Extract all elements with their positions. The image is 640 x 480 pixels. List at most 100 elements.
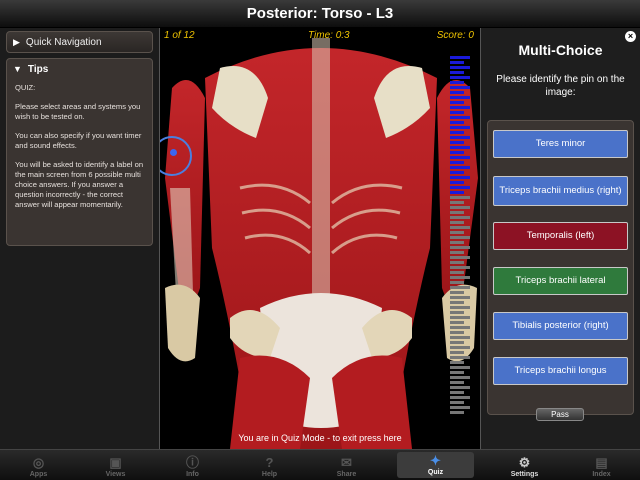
scale-segment <box>450 251 464 254</box>
tab-label: Help <box>261 471 278 478</box>
tips-toggle[interactable]: ▼ Tips <box>7 59 152 79</box>
scale-segment <box>450 206 470 209</box>
scale-segment <box>450 81 464 84</box>
scale-segment <box>450 336 470 339</box>
scale-segment <box>450 216 470 219</box>
scale-segment <box>450 261 464 264</box>
scale-segment <box>450 126 470 129</box>
tab-help[interactable]: ? Help <box>231 450 308 480</box>
scale-segment <box>450 146 470 149</box>
quiz-title: Multi-Choice <box>518 42 603 58</box>
scale-segment <box>450 101 464 104</box>
scale-segment <box>450 231 464 234</box>
scale-segment <box>450 341 464 344</box>
scale-segment <box>450 161 464 164</box>
tips-text: QUIZ: Please select areas and systems yo… <box>7 79 152 223</box>
scale-segment <box>450 306 470 309</box>
scale-segment <box>450 91 464 94</box>
tab-views[interactable]: ▣ Views <box>77 450 154 480</box>
quiz-icon: ✦ <box>430 453 441 468</box>
quick-navigation-label: Quick Navigation <box>25 36 102 48</box>
scale-segment <box>450 106 470 109</box>
scale-segment <box>450 211 464 214</box>
scale-segment <box>450 371 464 374</box>
tab-label: Info <box>186 471 199 478</box>
triangle-right-icon: ▶ <box>13 36 20 47</box>
scale-segment <box>450 86 470 89</box>
scale-segment <box>450 226 470 229</box>
scale-segment <box>450 351 464 354</box>
tab-settings[interactable]: ⚙ Settings <box>486 450 563 480</box>
answer-button[interactable]: Triceps brachii longus <box>493 357 628 385</box>
scale-segment <box>450 346 470 349</box>
left-panel: ▶ Quick Navigation ▼ Tips QUIZ: Please s… <box>0 28 159 449</box>
scale-segment <box>450 366 470 369</box>
scale-segment <box>450 291 464 294</box>
close-icon[interactable]: × <box>625 31 636 42</box>
tab-quiz[interactable]: ✦ Quiz <box>397 452 474 478</box>
scale-segment <box>450 151 464 154</box>
scale-segment <box>450 281 464 284</box>
scale-segment <box>450 136 470 139</box>
scale-segment <box>450 116 470 119</box>
scale-segment <box>450 401 464 404</box>
tab-label: Settings <box>510 471 539 478</box>
tab-share[interactable]: ✉ Share <box>308 450 385 480</box>
scale-segment <box>450 111 464 114</box>
scale-segment <box>450 201 464 204</box>
scale-segment <box>450 376 470 379</box>
scale-segment <box>450 286 470 289</box>
help-icon: ? <box>265 455 274 470</box>
tab-label: Quiz <box>427 469 444 476</box>
scale-segment <box>450 246 470 249</box>
target-pin <box>170 149 177 156</box>
scale-segment <box>450 301 464 304</box>
tab-info[interactable]: ⓘ Info <box>154 450 231 480</box>
answer-button[interactable]: Triceps brachii medius (right) <box>493 176 628 206</box>
answer-button[interactable]: Teres minor <box>493 130 628 158</box>
answer-button[interactable]: Tibialis posterior (right) <box>493 312 628 340</box>
anatomy-viewer[interactable]: 1 of 12 Time: 0:3 Score: 0 You are in Qu… <box>159 28 481 449</box>
scale-segment <box>450 191 464 194</box>
scale-segment <box>450 396 470 399</box>
scale-segment <box>450 361 464 364</box>
scale-segment <box>450 181 464 184</box>
scale-segment <box>450 131 464 134</box>
tab-index[interactable]: ▤ Index <box>563 450 640 480</box>
quiz-score: Score: 0 <box>436 30 474 41</box>
pass-button[interactable]: Pass <box>536 408 584 421</box>
scale-segment <box>450 196 470 199</box>
question-counter: 1 of 12 <box>164 30 195 41</box>
tips-paragraph: Please select areas and systems you wish… <box>15 102 141 121</box>
scale-segment <box>450 76 470 79</box>
answer-button[interactable]: Triceps brachii lateral <box>493 267 628 295</box>
quiz-panel: × Multi-Choice Please identify the pin o… <box>481 28 640 449</box>
scale-segment <box>450 256 470 259</box>
exit-quiz-link[interactable]: You are in Quiz Mode - to exit press her… <box>160 433 480 443</box>
share-icon: ✉ <box>341 455 352 470</box>
answer-button[interactable]: Temporalis (left) <box>493 222 628 250</box>
scale-segment <box>450 166 470 169</box>
info-icon: ⓘ <box>185 455 199 470</box>
scale-segment <box>450 96 470 99</box>
tab-label: Views <box>105 471 126 478</box>
tips-panel: ▼ Tips QUIZ: Please select areas and sys… <box>6 58 153 246</box>
scale-segment <box>450 176 470 179</box>
tab-apps[interactable]: ◎ Apps <box>0 450 77 480</box>
scale-segment <box>450 356 470 359</box>
window-title: Posterior: Torso - L3 <box>0 0 640 28</box>
scale-segment <box>450 276 470 279</box>
scale-segment <box>450 311 464 314</box>
quick-navigation-button[interactable]: ▶ Quick Navigation <box>6 31 153 53</box>
tab-label: Apps <box>29 471 48 478</box>
scale-segment <box>450 56 470 59</box>
scale-segment <box>450 156 470 159</box>
scale-segment <box>450 391 464 394</box>
scale-segment <box>450 171 464 174</box>
scale-segment <box>450 61 464 64</box>
scale-segment <box>450 266 470 269</box>
quiz-prompt: Please identify the pin on the image: <box>496 74 625 98</box>
triangle-down-icon: ▼ <box>13 64 22 74</box>
scale-segment <box>450 271 464 274</box>
scale-segment <box>450 141 464 144</box>
